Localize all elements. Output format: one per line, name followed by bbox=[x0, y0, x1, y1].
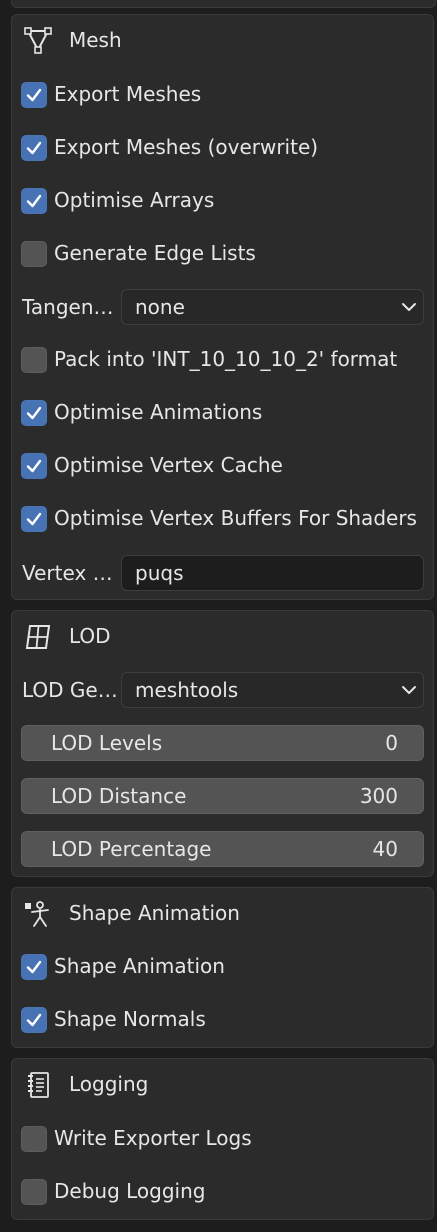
shape-animation-checkbox[interactable] bbox=[21, 954, 47, 980]
export-meshes-overwrite-checkbox[interactable] bbox=[21, 135, 47, 161]
optimise-arrays-label: Optimise Arrays bbox=[54, 188, 215, 212]
lod-percentage-value: 40 bbox=[372, 837, 398, 861]
debug-logging-checkbox[interactable] bbox=[21, 1179, 47, 1205]
write-exporter-logs-checkbox[interactable] bbox=[21, 1126, 47, 1152]
generate-edge-lists-label: Generate Edge Lists bbox=[54, 241, 256, 265]
export-meshes-overwrite-label: Export Meshes (overwrite) bbox=[54, 135, 319, 159]
check-icon bbox=[26, 141, 42, 155]
check-icon bbox=[26, 1013, 42, 1027]
generate-edge-lists-checkbox[interactable] bbox=[21, 241, 47, 267]
logging-panel: Logging Write Exporter Logs Debug Loggin… bbox=[11, 1058, 434, 1220]
lod-grid-icon bbox=[24, 623, 52, 651]
optimise-vertex-cache-row[interactable]: Optimise Vertex Cache bbox=[12, 446, 433, 486]
check-icon bbox=[26, 406, 42, 420]
logging-panel-title: Logging bbox=[69, 1072, 149, 1096]
optimise-vertex-buffers-checkbox[interactable] bbox=[21, 506, 47, 532]
mesh-panel-header[interactable]: Mesh bbox=[12, 15, 433, 67]
tangents-label: Tangen… bbox=[22, 295, 114, 319]
shape-animation-panel: Shape Animation Shape Animation Shape No… bbox=[11, 887, 434, 1048]
chevron-down-icon bbox=[402, 686, 416, 694]
lod-percentage-row: LOD Percentage 40 bbox=[12, 829, 433, 869]
check-icon bbox=[26, 194, 42, 208]
lod-generator-row: LOD Ge… meshtools bbox=[12, 670, 433, 710]
lod-panel-header[interactable]: LOD bbox=[12, 611, 433, 663]
vertex-field-input[interactable]: puqs bbox=[121, 555, 424, 591]
logging-panel-header[interactable]: Logging bbox=[12, 1059, 433, 1111]
mesh-panel-title: Mesh bbox=[69, 28, 122, 52]
optimise-arrays-row[interactable]: Optimise Arrays bbox=[12, 181, 433, 221]
pack-format-label: Pack into 'INT_10_10_10_2' format bbox=[54, 347, 398, 371]
shape-key-icon bbox=[24, 900, 52, 928]
lod-percentage-field[interactable]: LOD Percentage 40 bbox=[21, 831, 424, 867]
lod-percentage-label: LOD Percentage bbox=[51, 837, 212, 861]
debug-logging-label: Debug Logging bbox=[54, 1179, 206, 1203]
lod-generator-value: meshtools bbox=[135, 678, 239, 702]
debug-logging-row[interactable]: Debug Logging bbox=[12, 1172, 433, 1212]
pack-format-checkbox[interactable] bbox=[21, 347, 47, 373]
export-meshes-label: Export Meshes bbox=[54, 82, 202, 106]
generate-edge-lists-row[interactable]: Generate Edge Lists bbox=[12, 234, 433, 274]
lod-levels-field[interactable]: LOD Levels 0 bbox=[21, 725, 424, 761]
write-exporter-logs-row[interactable]: Write Exporter Logs bbox=[12, 1119, 433, 1159]
write-exporter-logs-label: Write Exporter Logs bbox=[54, 1126, 252, 1150]
pack-format-row[interactable]: Pack into 'INT_10_10_10_2' format bbox=[12, 340, 433, 380]
lod-levels-label: LOD Levels bbox=[51, 731, 163, 755]
lod-panel: LOD LOD Ge… meshtools LOD Levels 0 LOD D… bbox=[11, 610, 434, 877]
shape-animation-panel-header[interactable]: Shape Animation bbox=[12, 888, 433, 940]
tangents-value: none bbox=[135, 295, 185, 319]
shape-normals-checkbox[interactable] bbox=[21, 1007, 47, 1033]
mesh-triangle-icon bbox=[24, 27, 52, 55]
mesh-panel: Mesh Export Meshes Export Meshes (overwr… bbox=[11, 14, 434, 600]
check-icon bbox=[26, 459, 42, 473]
vertex-field-row: Vertex … puqs bbox=[12, 553, 433, 593]
previous-panel-edge bbox=[11, 0, 436, 8]
check-icon bbox=[26, 512, 42, 526]
optimise-vertex-cache-label: Optimise Vertex Cache bbox=[54, 453, 283, 477]
lod-levels-value: 0 bbox=[385, 731, 398, 755]
shape-normals-label: Shape Normals bbox=[54, 1007, 206, 1031]
log-text-icon bbox=[24, 1071, 52, 1099]
chevron-down-icon bbox=[402, 303, 416, 311]
shape-animation-row[interactable]: Shape Animation bbox=[12, 947, 433, 987]
optimise-arrays-checkbox[interactable] bbox=[21, 188, 47, 214]
lod-generator-dropdown[interactable]: meshtools bbox=[121, 672, 424, 708]
optimise-animations-label: Optimise Animations bbox=[54, 400, 263, 424]
shape-animation-label: Shape Animation bbox=[54, 954, 225, 978]
lod-generator-label: LOD Ge… bbox=[22, 678, 118, 702]
lod-distance-value: 300 bbox=[359, 784, 398, 808]
optimise-vertex-buffers-row[interactable]: Optimise Vertex Buffers For Shaders bbox=[12, 499, 433, 539]
lod-distance-field[interactable]: LOD Distance 300 bbox=[21, 778, 424, 814]
lod-distance-label: LOD Distance bbox=[51, 784, 187, 808]
tangents-dropdown[interactable]: none bbox=[121, 289, 424, 325]
lod-levels-row: LOD Levels 0 bbox=[12, 723, 433, 763]
export-meshes-checkbox[interactable] bbox=[21, 82, 47, 108]
optimise-vertex-cache-checkbox[interactable] bbox=[21, 453, 47, 479]
optimise-animations-checkbox[interactable] bbox=[21, 400, 47, 426]
export-meshes-row[interactable]: Export Meshes bbox=[12, 75, 433, 115]
check-icon bbox=[26, 960, 42, 974]
vertex-field-label: Vertex … bbox=[22, 561, 113, 585]
lod-distance-row: LOD Distance 300 bbox=[12, 776, 433, 816]
lod-panel-title: LOD bbox=[69, 624, 111, 648]
export-meshes-overwrite-row[interactable]: Export Meshes (overwrite) bbox=[12, 128, 433, 168]
vertex-field-value: puqs bbox=[135, 561, 184, 585]
check-icon bbox=[26, 88, 42, 102]
optimise-animations-row[interactable]: Optimise Animations bbox=[12, 393, 433, 433]
shape-normals-row[interactable]: Shape Normals bbox=[12, 1000, 433, 1040]
tangents-row: Tangen… none bbox=[12, 287, 433, 327]
shape-animation-panel-title: Shape Animation bbox=[69, 901, 240, 925]
optimise-vertex-buffers-label: Optimise Vertex Buffers For Shaders bbox=[54, 506, 417, 530]
